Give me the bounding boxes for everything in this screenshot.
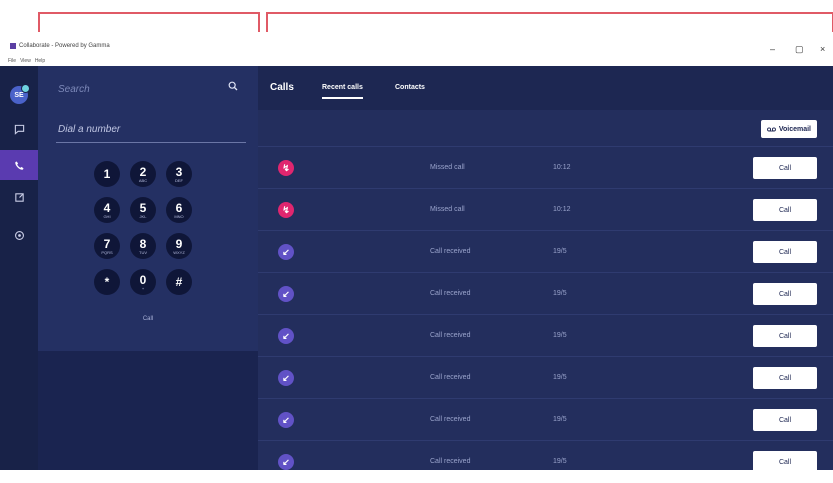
received-call-icon: ↙ bbox=[278, 244, 294, 260]
maximize-button[interactable]: ▢ bbox=[795, 44, 804, 55]
call-status: Call received bbox=[430, 248, 471, 255]
dial-number-input[interactable] bbox=[56, 116, 240, 142]
key-6[interactable]: 6 MNO bbox=[166, 197, 192, 223]
received-call-icon: ↙ bbox=[278, 454, 294, 470]
minimize-button[interactable]: – bbox=[770, 44, 775, 54]
key-8[interactable]: 8 TUV bbox=[130, 233, 156, 259]
dial-number-field bbox=[56, 116, 246, 143]
call-status: Missed call bbox=[430, 164, 465, 171]
call-time: 19/5 bbox=[553, 416, 567, 423]
nav-rail: SE bbox=[0, 66, 38, 470]
key-1[interactable]: 1 bbox=[94, 161, 120, 187]
annotation-bracket-right bbox=[266, 12, 833, 32]
voicemail-bar: Voicemail bbox=[258, 110, 833, 146]
settings-icon bbox=[14, 230, 24, 240]
nav-share[interactable] bbox=[0, 182, 38, 212]
call-button[interactable]: Call bbox=[753, 409, 817, 431]
menu-view[interactable]: View bbox=[20, 58, 31, 64]
phone-icon bbox=[14, 160, 24, 170]
app-window: SE 1 2ABC 3DEF bbox=[0, 66, 833, 473]
search-bar bbox=[38, 76, 258, 102]
call-row: ↙ Call received 19/5 Call bbox=[258, 272, 833, 315]
chat-icon bbox=[14, 124, 24, 135]
voicemail-button[interactable]: Voicemail bbox=[760, 120, 817, 138]
call-status: Call received bbox=[430, 374, 471, 381]
call-status: Call received bbox=[430, 416, 471, 423]
title-bar: Collaborate - Powered by Gamma bbox=[0, 40, 833, 58]
calls-panel: Calls Recent calls Contacts Voicemail ↯ … bbox=[258, 66, 833, 473]
received-call-icon: ↙ bbox=[278, 412, 294, 428]
call-status: Call received bbox=[430, 290, 471, 297]
share-icon bbox=[14, 192, 24, 202]
call-row: ↙ Call received 19/5 Call bbox=[258, 440, 833, 483]
menu-file[interactable]: File bbox=[8, 58, 16, 64]
call-button[interactable]: Call bbox=[753, 325, 817, 347]
key-3[interactable]: 3 DEF bbox=[166, 161, 192, 187]
call-status: Missed call bbox=[430, 206, 465, 213]
dialer-panel: 1 2ABC 3DEF 4GHI 5JKL 6MNO 7PQRS 8TUV 9W… bbox=[38, 66, 258, 470]
call-time: 19/5 bbox=[553, 248, 567, 255]
received-call-icon: ↙ bbox=[278, 328, 294, 344]
call-row: ↯ Missed call 10:12 Call bbox=[258, 188, 833, 231]
key-star[interactable]: * bbox=[94, 269, 120, 295]
tab-contacts[interactable]: Contacts bbox=[395, 84, 425, 91]
call-row: ↙ Call received 19/5 Call bbox=[258, 398, 833, 441]
window-title: Collaborate - Powered by Gamma bbox=[19, 43, 110, 49]
call-time: 10:12 bbox=[553, 164, 571, 171]
call-button[interactable]: Call bbox=[753, 241, 817, 263]
annotation-bracket-left bbox=[38, 12, 260, 32]
missed-call-icon: ↯ bbox=[278, 160, 294, 176]
nav-settings[interactable] bbox=[0, 220, 38, 250]
close-button[interactable]: × bbox=[820, 44, 825, 54]
received-call-icon: ↙ bbox=[278, 286, 294, 302]
page-title: Calls bbox=[270, 82, 294, 93]
key-0[interactable]: 0 + bbox=[130, 269, 156, 295]
key-hash[interactable]: # bbox=[166, 269, 192, 295]
call-button[interactable]: Call bbox=[753, 283, 817, 305]
call-row: ↯ Missed call 10:12 Call bbox=[258, 146, 833, 189]
call-time: 19/5 bbox=[553, 374, 567, 381]
nav-chat[interactable] bbox=[0, 114, 38, 144]
presence-dot bbox=[21, 84, 30, 93]
voicemail-icon bbox=[766, 127, 776, 131]
call-status: Call received bbox=[430, 458, 471, 465]
app-logo-icon bbox=[10, 43, 16, 49]
key-7[interactable]: 7 PQRS bbox=[94, 233, 120, 259]
key-9[interactable]: 9 WXYZ bbox=[166, 233, 192, 259]
key-4[interactable]: 4 GHI bbox=[94, 197, 120, 223]
nav-calls[interactable] bbox=[0, 150, 38, 180]
dial-call-button[interactable]: Call bbox=[38, 316, 258, 322]
call-button[interactable]: Call bbox=[753, 199, 817, 221]
call-time: 10:12 bbox=[553, 206, 571, 213]
avatar[interactable]: SE bbox=[10, 84, 30, 104]
received-call-icon: ↙ bbox=[278, 370, 294, 386]
call-time: 19/5 bbox=[553, 290, 567, 297]
search-input[interactable] bbox=[56, 76, 230, 102]
tab-recent-calls[interactable]: Recent calls bbox=[322, 84, 363, 99]
missed-call-icon: ↯ bbox=[278, 202, 294, 218]
calls-header: Calls Recent calls Contacts bbox=[258, 66, 833, 110]
call-button[interactable]: Call bbox=[753, 367, 817, 389]
menu-help[interactable]: Help bbox=[35, 58, 45, 64]
search-icon[interactable] bbox=[228, 81, 238, 91]
call-row: ↙ Call received 19/5 Call bbox=[258, 230, 833, 273]
call-row: ↙ Call received 19/5 Call bbox=[258, 356, 833, 399]
call-status: Call received bbox=[430, 332, 471, 339]
key-5[interactable]: 5 JKL bbox=[130, 197, 156, 223]
call-row: ↙ Call received 19/5 Call bbox=[258, 314, 833, 357]
key-2[interactable]: 2 ABC bbox=[130, 161, 156, 187]
call-button[interactable]: Call bbox=[753, 157, 817, 179]
menu-bar: File View Help bbox=[8, 58, 45, 64]
keypad: 1 2 ABC 3 DEF 4 GHI 5 JKL 6 MNO 7 PQRS 8 TUV 9W… bbox=[94, 161, 214, 295]
call-time: 19/5 bbox=[553, 458, 567, 465]
call-time: 19/5 bbox=[553, 332, 567, 339]
